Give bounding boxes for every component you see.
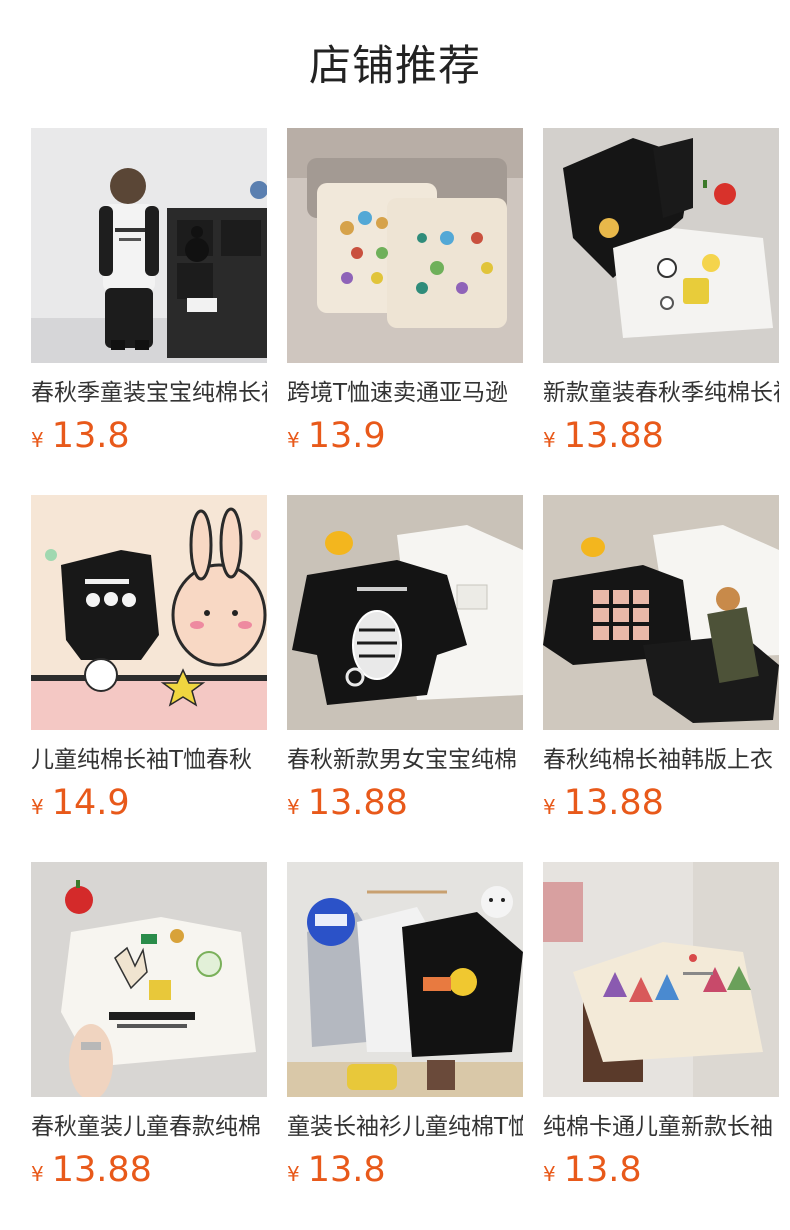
currency-symbol: ¥ (543, 795, 556, 819)
price-value: 13.8 (51, 416, 130, 456)
product-price: ¥13.88 (31, 1148, 152, 1192)
product-title[interactable]: 春秋童装儿童春款纯棉 (31, 1110, 267, 1146)
price-value: 13.88 (51, 1150, 152, 1190)
product-card[interactable]: 儿童纯棉长袖T恤春秋 ¥14.9 (31, 495, 267, 835)
product-price: ¥13.88 (543, 781, 664, 825)
currency-symbol: ¥ (543, 1162, 556, 1186)
product-image[interactable] (543, 862, 779, 1097)
product-card[interactable]: 春秋季童装宝宝纯棉长袖T恤 ¥13.8 (31, 128, 267, 468)
product-image[interactable] (287, 128, 523, 363)
product-title[interactable]: 纯棉卡通儿童新款长袖 (543, 1110, 779, 1146)
price-value: 13.88 (307, 783, 408, 823)
product-price: ¥13.9 (287, 414, 386, 458)
currency-symbol: ¥ (31, 1162, 44, 1186)
product-image[interactable] (287, 862, 523, 1097)
price-value: 14.9 (51, 783, 130, 823)
product-image[interactable] (543, 128, 779, 363)
price-value: 13.88 (563, 783, 664, 823)
currency-symbol: ¥ (287, 428, 300, 452)
price-value: 13.88 (563, 416, 664, 456)
product-card[interactable]: 春秋纯棉长袖韩版上衣 ¥13.88 (543, 495, 779, 835)
price-value: 13.8 (307, 1150, 386, 1190)
product-image[interactable] (543, 495, 779, 730)
product-title[interactable]: 跨境T恤速卖通亚马逊 (287, 376, 523, 412)
currency-symbol: ¥ (287, 1162, 300, 1186)
product-price: ¥13.88 (543, 414, 664, 458)
product-image[interactable] (31, 862, 267, 1097)
product-title[interactable]: 儿童纯棉长袖T恤春秋 (31, 743, 267, 779)
price-value: 13.8 (563, 1150, 642, 1190)
product-price: ¥14.9 (31, 781, 130, 825)
page-title: 店铺推荐 (308, 41, 481, 90)
product-card[interactable]: 新款童装春秋季纯棉长袖 ¥13.88 (543, 128, 779, 468)
product-title[interactable]: 春秋纯棉长袖韩版上衣 (543, 743, 779, 779)
product-title[interactable]: 童装长袖衫儿童纯棉T恤 (287, 1110, 523, 1146)
shop-recommend-header: 店铺推荐 (0, 0, 790, 128)
product-card[interactable]: 纯棉卡通儿童新款长袖 ¥13.8 (543, 862, 779, 1202)
product-title[interactable]: 新款童装春秋季纯棉长袖 (543, 376, 779, 412)
product-price: ¥13.8 (543, 1148, 642, 1192)
product-title[interactable]: 春秋季童装宝宝纯棉长袖T恤 (31, 376, 267, 412)
currency-symbol: ¥ (31, 795, 44, 819)
product-price: ¥13.8 (31, 414, 130, 458)
product-image[interactable] (287, 495, 523, 730)
product-image[interactable] (31, 128, 267, 363)
currency-symbol: ¥ (543, 428, 556, 452)
product-card[interactable]: 春秋新款男女宝宝纯棉 ¥13.88 (287, 495, 523, 835)
price-value: 13.9 (307, 416, 386, 456)
currency-symbol: ¥ (287, 795, 300, 819)
currency-symbol: ¥ (31, 428, 44, 452)
product-price: ¥13.88 (287, 781, 408, 825)
product-card[interactable]: 跨境T恤速卖通亚马逊 ¥13.9 (287, 128, 523, 468)
product-image[interactable] (31, 495, 267, 730)
product-card[interactable]: 童装长袖衫儿童纯棉T恤 ¥13.8 (287, 862, 523, 1202)
product-title[interactable]: 春秋新款男女宝宝纯棉 (287, 743, 523, 779)
product-card[interactable]: 春秋童装儿童春款纯棉 ¥13.88 (31, 862, 267, 1202)
product-price: ¥13.8 (287, 1148, 386, 1192)
